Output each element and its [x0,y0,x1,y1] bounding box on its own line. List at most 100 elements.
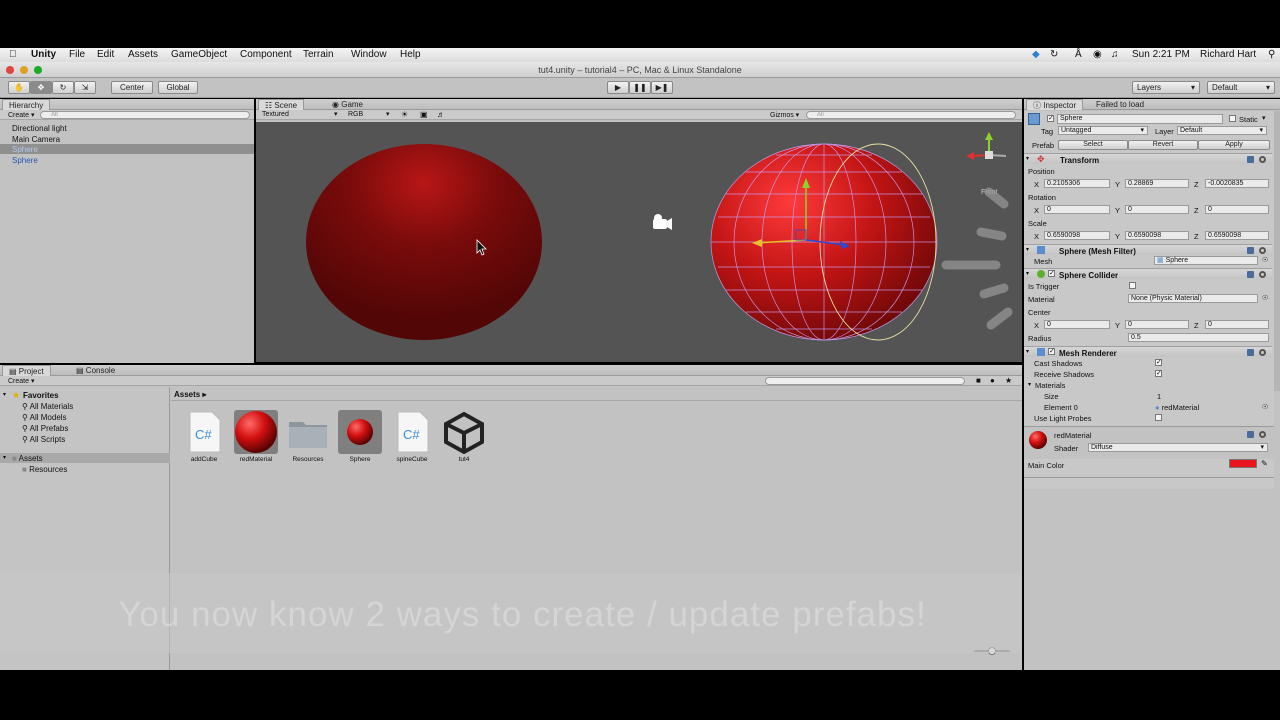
mesh-renderer-header[interactable]: ▾ ✓ Mesh Renderer [1024,346,1272,358]
audio-toggle-icon[interactable]: ♬ [437,110,445,119]
sync-icon[interactable]: ↻ [1050,49,1058,60]
sphere-object[interactable] [306,144,542,340]
center-z-field[interactable]: 0 [1205,320,1269,329]
physic-material-field[interactable]: None (Physic Material) [1128,294,1258,303]
cast-shadows-checkbox[interactable]: ✓ [1155,359,1162,366]
help-book-icon[interactable] [1247,349,1254,356]
expand-arrow-icon[interactable]: ▾ [1026,348,1029,355]
expand-arrow-icon[interactable]: ▾ [1026,246,1029,253]
expand-arrow-icon[interactable]: ▾ [3,391,6,398]
scale-tool-button[interactable]: ⇲ [74,81,96,94]
position-z-field[interactable]: -0.0020835 [1205,179,1269,188]
global-space-button[interactable]: Global [158,81,198,94]
radius-field[interactable]: 0.5 [1128,333,1269,342]
rotate-tool-button[interactable]: ↻ [52,81,74,94]
use-light-probes-checkbox[interactable] [1155,414,1162,421]
render-mode-dropdown[interactable]: Textured [262,111,289,118]
shader-dropdown[interactable]: Diffuse ▾ [1088,443,1268,452]
wifi-icon[interactable]: ◉ [1093,49,1102,60]
folder-resources[interactable]: ■ Resources [22,465,67,474]
menu-window[interactable]: Window [351,49,387,60]
tab-hierarchy[interactable]: Hierarchy [2,99,51,110]
collider-enabled-checkbox[interactable]: ✓ [1048,270,1055,277]
rotation-y-field[interactable]: 0 [1125,205,1189,214]
scene-search-input[interactable]: All [806,111,1016,119]
spotlight-icon[interactable]: ⚲ [1268,49,1275,60]
scale-y-field[interactable]: 0.6590098 [1125,231,1189,240]
asset-resources-folder[interactable]: Resources [286,410,330,463]
tab-scene[interactable]: ☷ Scene [258,99,305,110]
element-0-field[interactable]: ● redMaterial [1155,403,1199,412]
hierarchy-item-directional-light[interactable]: Directional light [12,124,67,133]
hierarchy-create-button[interactable]: Create ▾ [8,111,34,119]
tab-project[interactable]: ▤ Project [2,365,51,376]
renderer-enabled-checkbox[interactable]: ✓ [1048,348,1055,355]
selected-sphere-object[interactable] [710,143,938,341]
gear-icon[interactable] [1259,247,1266,254]
prefab-apply-button[interactable]: Apply [1198,140,1270,150]
dropbox-icon[interactable]: ◆ [1032,49,1040,60]
rotation-x-field[interactable]: 0 [1044,205,1110,214]
apple-icon[interactable]:  [9,49,17,60]
favorite-all-scripts[interactable]: ⚲ All Scripts [22,435,65,444]
static-checkbox[interactable] [1229,115,1236,122]
center-x-field[interactable]: 0 [1044,320,1110,329]
object-picker-icon[interactable]: ☉ [1262,403,1268,411]
image-toggle-icon[interactable]: ▣ [420,110,428,119]
gameobject-name-field[interactable]: Sphere [1057,114,1223,124]
scale-z-field[interactable]: 0.6590098 [1205,231,1269,240]
play-button[interactable]: ▶ [607,81,629,94]
folder-assets[interactable]: ■ Assets [12,454,43,463]
lighting-toggle-icon[interactable]: ☀ [401,110,408,119]
gizmos-dropdown[interactable]: Gizmos ▾ [770,111,799,119]
tab-game[interactable]: ◉ Game [326,99,369,110]
assets-breadcrumb[interactable]: Assets ▸ [174,390,207,399]
expand-arrow-icon[interactable]: ▾ [1026,155,1029,162]
filter-type-icon[interactable]: ■ [976,376,981,385]
asset-spinecube[interactable]: C# spineCube [390,410,434,463]
asset-tut4-scene[interactable]: tut4 [442,410,486,463]
scene-viewport[interactable]: Front [256,122,1022,362]
mesh-filter-header[interactable]: ▾ Sphere (Mesh Filter) [1024,244,1272,256]
favorites-label[interactable]: Favorites [23,391,59,400]
position-y-field[interactable]: 0.28869 [1125,179,1189,188]
tab-failed-to-load[interactable]: Failed to load [1090,99,1150,110]
hand-tool-button[interactable]: ✋ [8,81,30,94]
orientation-gizmo[interactable] [966,132,1007,160]
asset-addcube[interactable]: C# addCube [182,410,226,463]
layers-dropdown[interactable]: Layers ▾ [1132,81,1200,94]
help-book-icon[interactable] [1247,156,1254,163]
chevron-down-icon[interactable]: ▾ [1262,114,1266,122]
materials-size-value[interactable]: 1 [1157,392,1161,401]
volume-icon[interactable]: ♫ [1111,49,1119,60]
object-picker-icon[interactable]: ☉ [1262,294,1268,302]
help-book-icon[interactable] [1247,431,1254,438]
expand-arrow-icon[interactable]: ▾ [1026,270,1029,277]
menu-gameobject[interactable]: GameObject [171,49,227,60]
menu-help[interactable]: Help [400,49,421,60]
rotation-z-field[interactable]: 0 [1205,205,1269,214]
hierarchy-item-sphere[interactable]: Sphere [12,156,38,165]
help-book-icon[interactable] [1247,247,1254,254]
mesh-field[interactable]: ▦ Sphere [1154,256,1258,265]
tag-dropdown[interactable]: Untagged ▾ [1058,126,1148,135]
sphere-collider-header[interactable]: ▾ ✓ Sphere Collider [1024,268,1272,280]
hierarchy-item-main-camera[interactable]: Main Camera [12,135,60,144]
menu-assets[interactable]: Assets [128,49,158,60]
menu-app[interactable]: Unity [31,49,56,60]
transform-header[interactable]: ▾ ✥ Transform [1024,153,1272,165]
gear-icon[interactable] [1259,271,1266,278]
scene-canvas[interactable]: Front [256,122,1022,362]
layer-dropdown[interactable]: Default ▾ [1177,126,1267,135]
favorite-star-icon[interactable]: ★ [1005,376,1012,385]
pivot-center-button[interactable]: Center [111,81,153,94]
menu-component[interactable]: Component [240,49,292,60]
prefab-select-button[interactable]: Select [1058,140,1128,150]
menu-terrain[interactable]: Terrain [303,49,334,60]
tab-inspector[interactable]: ⓘ Inspector [1026,99,1084,110]
step-button[interactable]: ▶❚ [651,81,673,94]
favorite-all-prefabs[interactable]: ⚲ All Prefabs [22,424,68,433]
eyedropper-icon[interactable]: ✎ [1261,459,1268,468]
bluetooth-icon[interactable]: Å [1075,49,1082,60]
hierarchy-search-input[interactable]: All [40,111,250,119]
